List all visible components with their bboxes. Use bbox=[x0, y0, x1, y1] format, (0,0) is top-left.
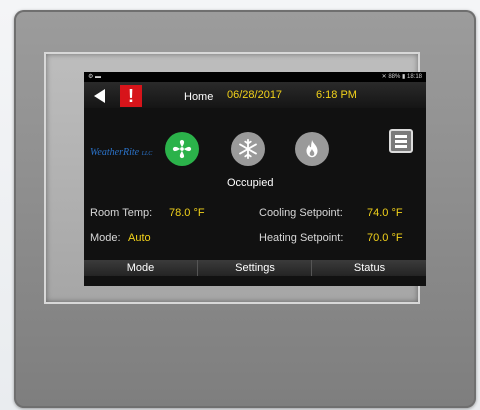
brand-logo: WeatherRite LLC bbox=[90, 147, 153, 158]
back-arrow-icon[interactable] bbox=[94, 89, 105, 103]
bottom-tab-bar: Mode Settings Status bbox=[84, 260, 426, 276]
page-title: Home bbox=[184, 91, 214, 103]
snowflake-icon bbox=[239, 138, 257, 160]
status-right: ✕ 88% ▮ 18:18 bbox=[381, 74, 422, 80]
time-display: 6:18 PM bbox=[316, 89, 357, 101]
date-display: 06/28/2017 bbox=[227, 89, 283, 101]
thermostat-screen: ⚙ ▬ ✕ 88% ▮ 18:18 ! Home 06/28/2017 6:18… bbox=[84, 72, 426, 286]
flame-icon bbox=[306, 139, 318, 158]
cooling-setpoint-value[interactable]: 74.0 °F bbox=[367, 207, 403, 219]
fan-icon bbox=[172, 139, 192, 159]
tab-status[interactable]: Status bbox=[311, 260, 426, 276]
heating-setpoint-value[interactable]: 70.0 °F bbox=[367, 232, 403, 244]
room-temp-label: Room Temp: bbox=[90, 207, 153, 219]
room-temp-value: 78.0 °F bbox=[169, 207, 205, 219]
tab-mode[interactable]: Mode bbox=[84, 260, 197, 276]
menu-line bbox=[395, 145, 407, 148]
status-left: ⚙ ▬ bbox=[88, 74, 102, 80]
fan-mode-button[interactable] bbox=[165, 132, 199, 166]
tab-settings[interactable]: Settings bbox=[197, 260, 312, 276]
mode-value: Auto bbox=[128, 232, 151, 244]
menu-line bbox=[395, 135, 407, 138]
header-bar: ! Home 06/28/2017 6:18 PM bbox=[84, 82, 426, 108]
cool-mode-button[interactable] bbox=[231, 132, 265, 166]
heating-setpoint-label: Heating Setpoint: bbox=[259, 232, 344, 244]
menu-line bbox=[395, 140, 407, 143]
occupancy-status: Occupied bbox=[227, 177, 274, 189]
device-status-bar: ⚙ ▬ ✕ 88% ▮ 18:18 bbox=[84, 72, 426, 82]
mode-label: Mode: bbox=[90, 232, 121, 244]
menu-button[interactable] bbox=[389, 129, 413, 153]
cooling-setpoint-label: Cooling Setpoint: bbox=[259, 207, 343, 219]
heat-mode-button[interactable] bbox=[295, 132, 329, 166]
alert-button[interactable]: ! bbox=[120, 85, 142, 107]
